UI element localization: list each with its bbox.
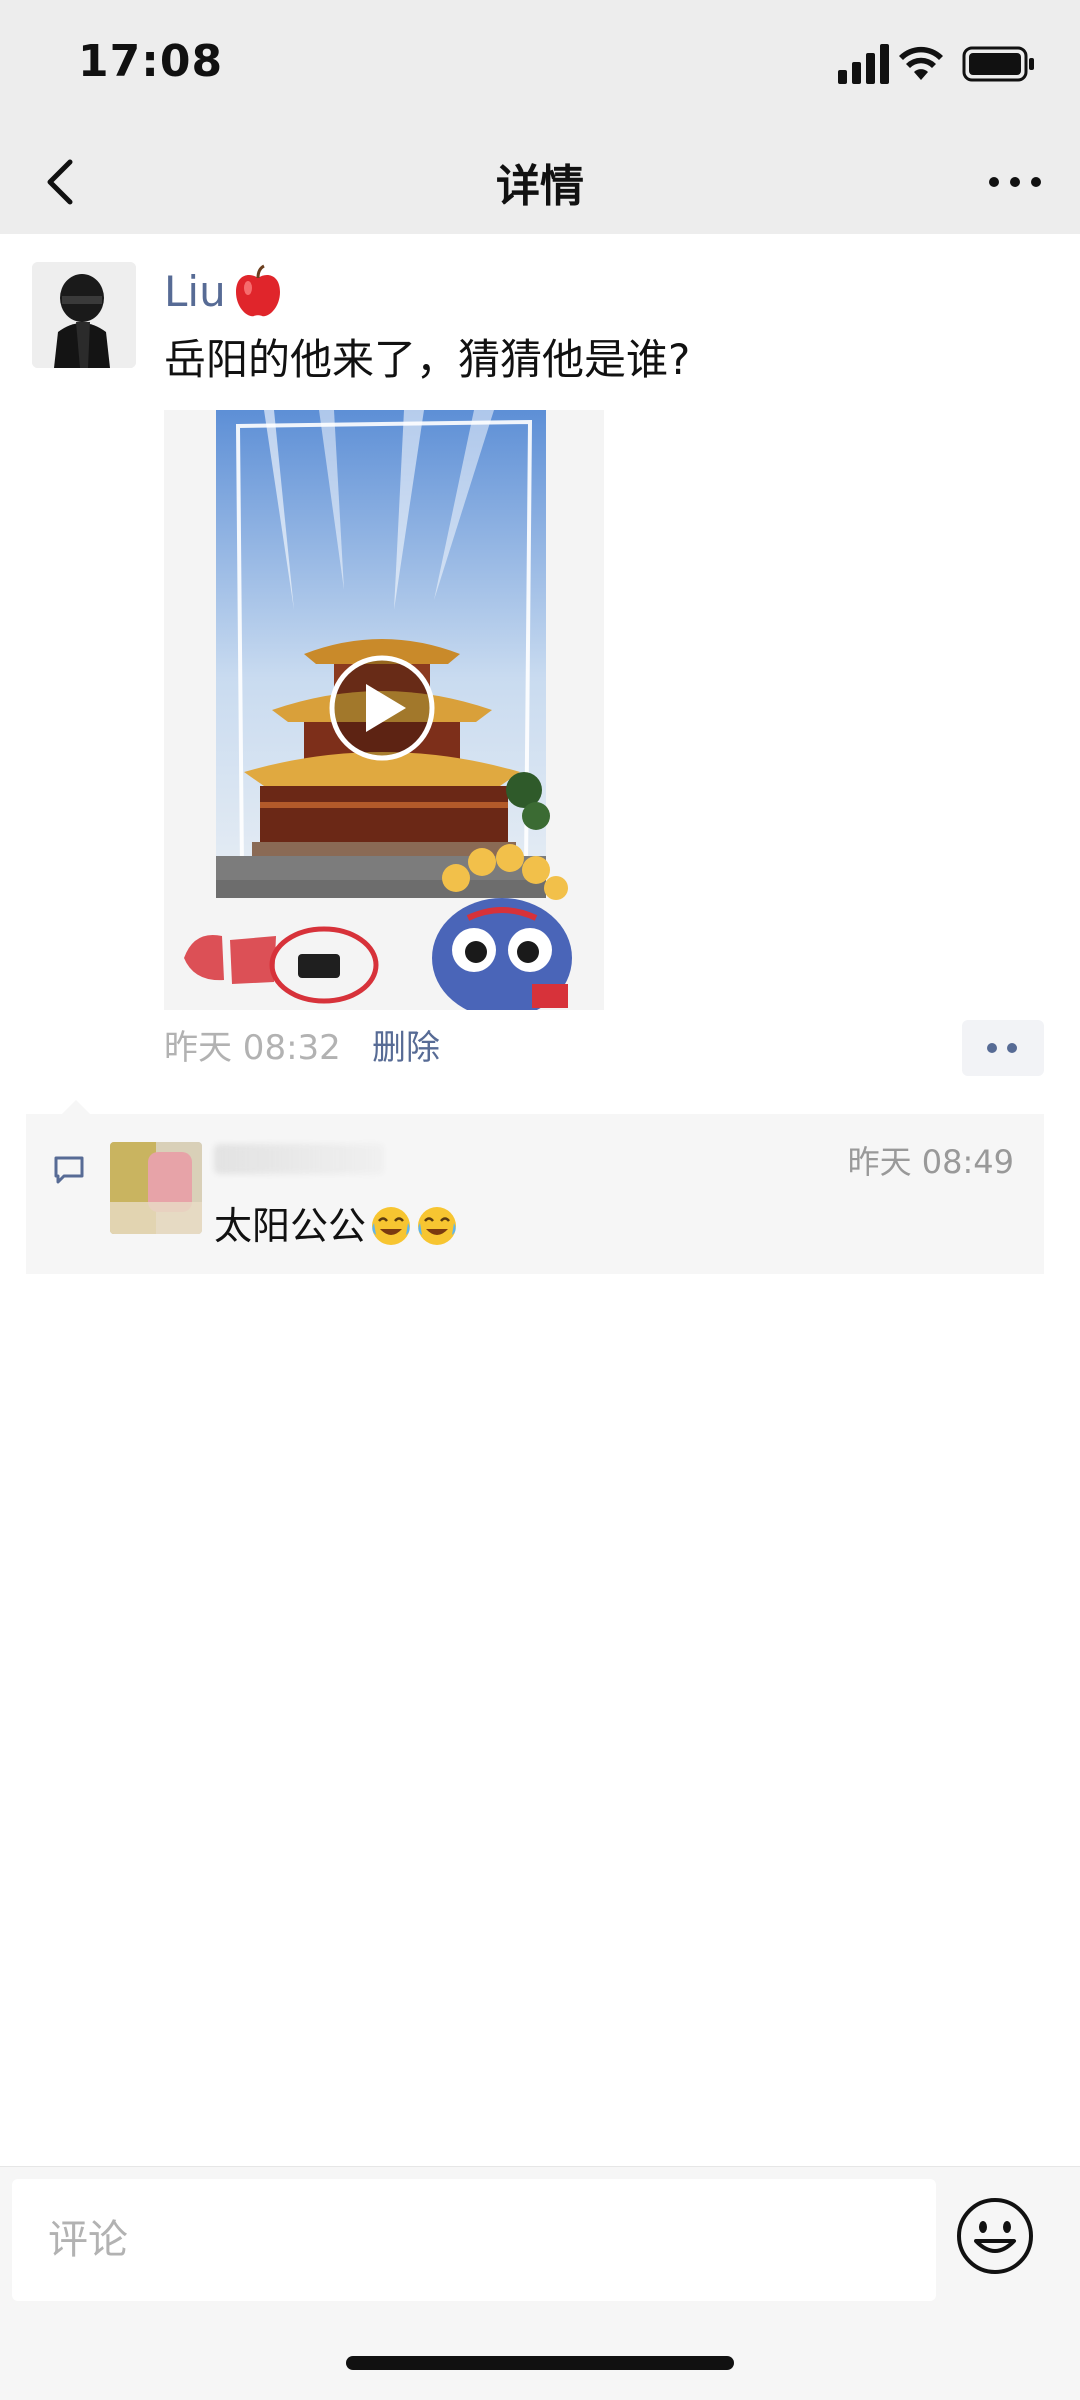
like-comment-button[interactable] [962, 1020, 1044, 1076]
more-button[interactable] [980, 156, 1050, 208]
status-time: 17:08 [78, 36, 224, 87]
comment-panel: 昨天 08:49 太阳公公 [26, 1114, 1044, 1274]
home-indicator [346, 2356, 734, 2370]
emoji-button[interactable] [954, 2195, 1036, 2277]
post-text: 岳阳的他来了，猜猜他是谁? [164, 335, 691, 384]
comment-author[interactable] [214, 1144, 384, 1174]
comment-time: 昨天 08:49 [847, 1143, 1014, 1181]
laugh-cry-icon [418, 1207, 457, 1245]
avatar-image [32, 262, 136, 368]
smiley-icon [957, 2198, 1033, 2274]
post-time: 昨天 08:32 [164, 1028, 341, 1068]
comment-bubble-icon [54, 1156, 84, 1184]
signal-icon [838, 44, 889, 84]
page-title: 详情 [496, 161, 584, 212]
comment-text: 太阳公公 [214, 1198, 458, 1254]
laugh-cry-icon [372, 1207, 411, 1245]
apple-icon [236, 264, 280, 317]
author-name[interactable]: Liu [164, 262, 226, 322]
comment-panel-caret [62, 1100, 90, 1114]
comment-avatar-image [110, 1142, 202, 1234]
author-avatar[interactable] [32, 262, 136, 368]
status-bar: 17:08 [0, 0, 1080, 130]
comment-text-content: 太阳公公 [214, 1204, 367, 1248]
comment-avatar[interactable] [110, 1142, 202, 1234]
video-preview-image [164, 410, 604, 1010]
delete-button[interactable]: 删除 [372, 1020, 440, 1076]
wifi-icon [899, 46, 943, 80]
comment-input[interactable] [12, 2179, 936, 2301]
more-dots-icon [987, 1043, 997, 1053]
more-dots-icon-dot [1007, 1043, 1017, 1053]
video-thumbnail[interactable] [164, 410, 604, 1010]
more-dots-icon [989, 177, 1041, 187]
battery-icon [962, 46, 1034, 82]
nav-bar: 详情 [0, 130, 1080, 234]
